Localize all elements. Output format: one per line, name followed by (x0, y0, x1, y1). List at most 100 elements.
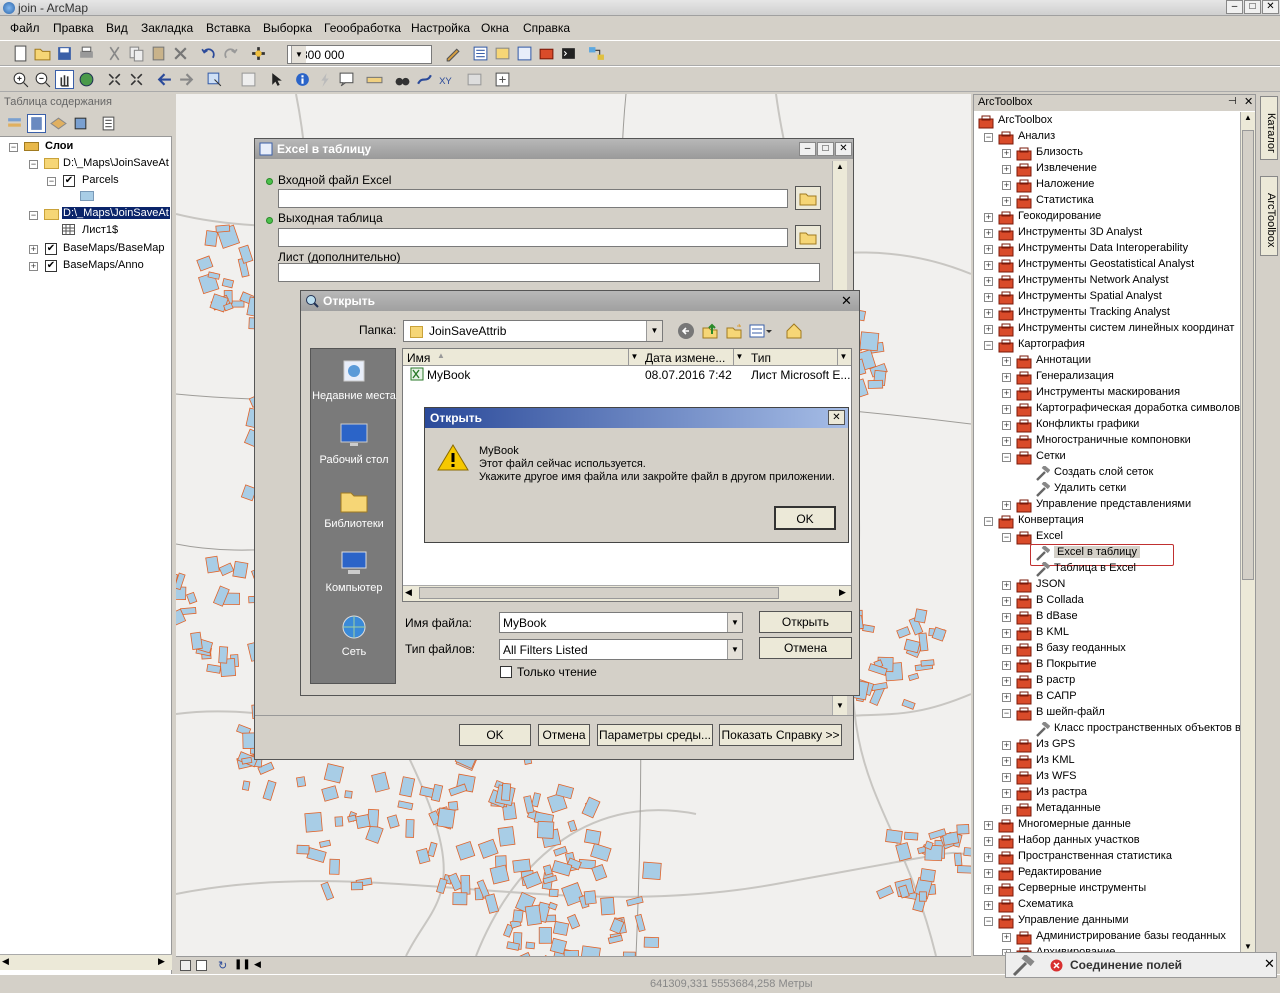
collapse-toggle[interactable]: − (984, 917, 993, 926)
arctoolbox-toolset[interactable]: Набор данных участков (1018, 834, 1140, 846)
arctoolbox-toolset[interactable]: Картография (1018, 338, 1085, 350)
arctoolbox-toolset[interactable]: Генерализация (1036, 370, 1114, 382)
save-icon[interactable] (56, 45, 73, 62)
layout-view-icon[interactable] (196, 960, 207, 971)
zoom-in-icon[interactable] (12, 71, 29, 88)
table-of-contents-icon[interactable] (472, 45, 489, 62)
expand-toggle[interactable]: + (984, 309, 993, 318)
print-icon[interactable] (78, 45, 95, 62)
editor-toolbar-icon[interactable] (444, 45, 461, 62)
sheet-field[interactable] (278, 263, 820, 282)
arctoolbox-tool[interactable]: Создать слой сеток (1054, 466, 1153, 478)
file-list-hscrollbar[interactable]: ◀ ▶ (403, 585, 851, 601)
expand-toggle[interactable]: + (1002, 773, 1011, 782)
arctoolbox-window-icon[interactable] (538, 45, 555, 62)
open-folder-icon[interactable] (34, 45, 51, 62)
arctoolbox-toolset[interactable]: Excel (1036, 530, 1063, 542)
arctoolbox-toolset[interactable]: Из WFS (1036, 770, 1076, 782)
arctoolbox-toolset[interactable]: Статистика (1036, 194, 1094, 206)
find-binoculars-icon[interactable] (394, 71, 411, 88)
arctoolbox-toolset[interactable]: Извлечение (1036, 162, 1097, 174)
new-folder-icon[interactable] (725, 322, 743, 340)
collapse-toggle[interactable]: − (984, 133, 993, 142)
expand-toggle[interactable]: + (984, 277, 993, 286)
input-excel-file-field[interactable] (278, 189, 788, 208)
places-computer[interactable]: Компьютер (311, 549, 397, 599)
collapse-toggle[interactable]: − (1002, 533, 1011, 542)
back-arrow-icon[interactable] (677, 322, 695, 340)
scrollbar-thumb[interactable] (419, 587, 779, 599)
arctoolbox-toolset[interactable]: В KML (1036, 626, 1069, 638)
filename-combobox[interactable]: MyBook ▼ (499, 612, 743, 633)
close-button[interactable]: ✕ (835, 142, 852, 156)
arctoolbox-toolset[interactable]: Конвертация (1018, 514, 1084, 526)
arctoolbox-tool[interactable]: Таблица в Excel (1054, 562, 1136, 574)
expand-toggle[interactable]: + (1002, 677, 1011, 686)
new-document-icon[interactable] (12, 45, 29, 62)
arctoolbox-toolset[interactable]: Инструменты Network Analyst (1018, 274, 1169, 286)
toc-table-sheet1[interactable]: Лист1$ (82, 224, 118, 236)
arctoolbox-toolset[interactable]: ArcToolbox (998, 114, 1052, 126)
expand-toggle[interactable]: + (1002, 197, 1011, 206)
arctoolbox-toolset[interactable]: Метаданные (1036, 802, 1101, 814)
toc-layer-parcels[interactable]: Parcels (82, 174, 119, 186)
list-by-source-icon[interactable] (27, 114, 46, 133)
modelbuilder-icon[interactable] (588, 45, 605, 62)
close-icon[interactable]: ✕ (841, 293, 852, 309)
environments-button[interactable]: Параметры среды... (597, 724, 713, 746)
cancel-button[interactable]: Отмена (759, 637, 852, 659)
search-window-icon[interactable] (516, 45, 533, 62)
arctoolbox-toolset[interactable]: Инструменты 3D Analyst (1018, 226, 1142, 238)
expand-toggle[interactable]: + (1002, 501, 1011, 510)
python-window-icon[interactable] (560, 45, 577, 62)
expand-toggle[interactable]: + (984, 293, 993, 302)
expand-toggle[interactable]: + (1002, 805, 1011, 814)
scroll-left-arrow-icon[interactable]: ◀ (254, 959, 261, 970)
expand-layer-toggle[interactable]: + (29, 262, 38, 271)
expand-toggle[interactable]: + (984, 837, 993, 846)
add-data-icon[interactable] (250, 45, 267, 62)
up-one-level-icon[interactable] (701, 322, 719, 340)
collapse-layers-toggle[interactable]: − (9, 143, 18, 152)
arctoolbox-toolset[interactable]: Инструменты Data Interoperability (1018, 242, 1188, 254)
arctoolbox-toolset[interactable]: Наложение (1036, 178, 1094, 190)
go-to-xy-icon[interactable]: XY (438, 71, 455, 88)
select-elements-arrow-icon[interactable] (268, 71, 285, 88)
collapse-toggle[interactable]: − (984, 341, 993, 350)
file-row[interactable]: MyBook 08.07.2016 7:42 Лист Microsoft E.… (403, 367, 851, 383)
arctoolbox-toolset[interactable]: Картографическая доработка символов (1036, 402, 1240, 414)
layer-visibility-checkbox[interactable]: ✔ (45, 260, 57, 272)
chevron-down-icon[interactable]: ▼ (727, 613, 742, 632)
expand-toggle[interactable]: + (984, 245, 993, 254)
places-network[interactable]: Сеть (311, 613, 397, 663)
expand-toggle[interactable]: + (984, 869, 993, 878)
home-icon[interactable] (785, 322, 803, 340)
arctoolbox-toolset[interactable]: Администрирование базы геоданных (1036, 930, 1226, 942)
arctoolbox-tool[interactable]: Удалить сетки (1054, 482, 1126, 494)
menu-edit[interactable]: Правка (53, 21, 94, 35)
minimize-button[interactable]: – (1226, 0, 1243, 14)
expand-toggle[interactable]: + (1002, 405, 1011, 414)
collapse-folder-toggle[interactable]: − (29, 211, 38, 220)
refresh-icon[interactable]: ↻ (218, 959, 227, 972)
arctoolbox-toolset[interactable]: Конфликты графики (1036, 418, 1139, 430)
create-viewer-window-icon[interactable] (494, 71, 511, 88)
redo-icon[interactable] (222, 45, 239, 62)
view-menu-icon[interactable] (749, 322, 773, 340)
map-scale-combobox[interactable]: 1:300 000 ▼ (287, 45, 432, 64)
chevron-down-icon[interactable]: ▼ (291, 46, 306, 63)
collapse-folder-toggle[interactable]: − (29, 160, 38, 169)
readonly-checkbox[interactable] (500, 666, 512, 678)
expand-toggle[interactable]: + (1002, 661, 1011, 670)
menu-selection[interactable]: Выборка (263, 21, 312, 35)
scroll-right-arrow-icon[interactable]: ▶ (158, 956, 165, 967)
expand-toggle[interactable]: + (1002, 757, 1011, 766)
scroll-right-arrow-icon[interactable]: ▶ (839, 587, 846, 598)
arctoolbox-toolset[interactable]: Управление данными (1018, 914, 1129, 926)
parcels-symbol-swatch[interactable] (80, 191, 94, 201)
pause-drawing-icon[interactable]: ❚❚ (234, 959, 251, 970)
expand-toggle[interactable]: + (1002, 581, 1011, 590)
arctoolbox-side-tab[interactable]: ArcToolbox (1260, 176, 1278, 256)
expand-toggle[interactable]: + (1002, 389, 1011, 398)
maximize-button[interactable]: □ (1244, 0, 1261, 14)
